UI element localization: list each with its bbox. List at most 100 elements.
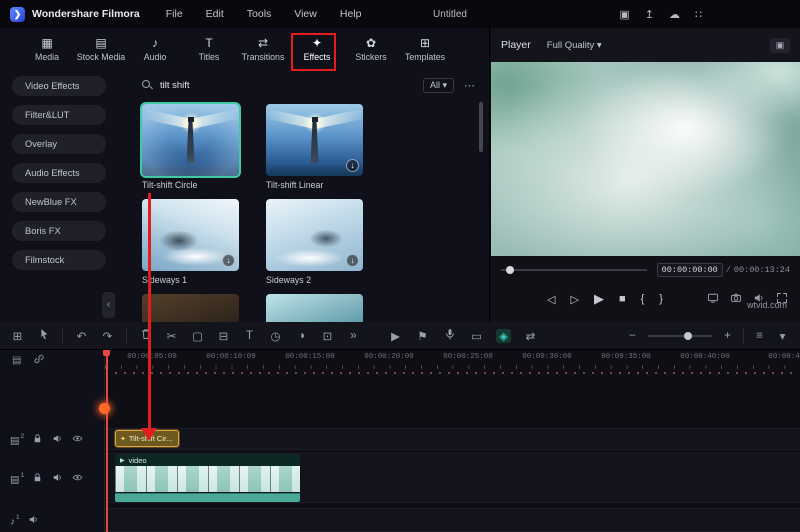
effect-card-sideways-1[interactable]: ↓ Sideways 1 bbox=[142, 199, 239, 285]
render-preview-icon[interactable]: ▶ bbox=[388, 329, 403, 343]
tab-stock-media[interactable]: ▤ Stock Media bbox=[74, 28, 128, 70]
sidebar-item-filmstock[interactable]: Filmstock bbox=[12, 250, 106, 270]
video-preview bbox=[491, 62, 800, 256]
cloud-icon[interactable]: ☁ bbox=[669, 8, 680, 21]
mark-out-icon[interactable]: } bbox=[659, 293, 663, 305]
text-tool-icon[interactable]: T bbox=[242, 330, 257, 342]
lock-icon[interactable] bbox=[32, 472, 43, 486]
zoom-slider[interactable] bbox=[648, 331, 712, 340]
keyframe-icon[interactable]: ◈ bbox=[496, 328, 511, 343]
more-tools-icon[interactable]: » bbox=[346, 330, 361, 342]
pointer-tool-icon[interactable] bbox=[36, 328, 51, 343]
link-icon[interactable] bbox=[33, 353, 45, 368]
tab-titles[interactable]: T Titles bbox=[182, 28, 236, 70]
download-icon[interactable]: ↓ bbox=[346, 159, 359, 172]
lock-icon[interactable] bbox=[32, 433, 43, 447]
eye-icon[interactable] bbox=[72, 433, 83, 447]
effect-thumbnail[interactable]: ↓ bbox=[266, 199, 363, 271]
video-clip-header[interactable]: ▶ video bbox=[115, 454, 300, 466]
search-bar[interactable]: tilt shift All ▾ ⋯ bbox=[124, 72, 489, 98]
tab-audio[interactable]: ♪ Audio bbox=[128, 28, 182, 70]
sidebar-item-overlay[interactable]: Overlay bbox=[12, 134, 106, 154]
tab-stickers[interactable]: ✿ Stickers bbox=[344, 28, 398, 70]
library-scrollbar[interactable] bbox=[479, 102, 483, 152]
split-scissors-icon[interactable]: ✂ bbox=[164, 329, 179, 343]
effect-card-tilt-shift-circle[interactable]: Tilt-shift Circle bbox=[140, 102, 241, 190]
sidebar-item-audio-effects[interactable]: Audio Effects bbox=[12, 163, 106, 183]
export-icon[interactable]: ↥ bbox=[645, 8, 654, 21]
redo-icon[interactable]: ↷ bbox=[100, 329, 115, 343]
sidebar-item-filter-lut[interactable]: Filter&LUT bbox=[12, 105, 106, 125]
effect-card-partial[interactable] bbox=[142, 294, 239, 322]
tab-transitions[interactable]: ⇄ Transitions bbox=[236, 28, 290, 70]
effect-thumbnail[interactable] bbox=[142, 294, 239, 322]
layout-icon[interactable]: ▣ bbox=[619, 8, 629, 21]
zoom-in-icon[interactable]: + bbox=[720, 330, 735, 342]
menu-file[interactable]: File bbox=[166, 8, 183, 20]
chroma-key-icon[interactable]: ⊡ bbox=[320, 329, 335, 343]
sidebar-item-newblue-fx[interactable]: NewBlue FX bbox=[12, 192, 106, 212]
tab-media[interactable]: ▦ Media bbox=[20, 28, 74, 70]
zoom-out-icon[interactable]: − bbox=[625, 330, 640, 342]
play-icon[interactable]: ▶ bbox=[594, 291, 604, 307]
undo-icon[interactable]: ↶ bbox=[74, 329, 89, 343]
video-clip-filmstrip[interactable] bbox=[115, 466, 300, 492]
effect-thumbnail[interactable] bbox=[266, 294, 363, 322]
download-icon[interactable]: ↓ bbox=[346, 254, 359, 267]
watermark: wtvid.com bbox=[747, 300, 788, 310]
filter-dropdown[interactable]: All ▾ bbox=[422, 77, 454, 93]
seek-bar[interactable] bbox=[501, 266, 647, 274]
trim-icon[interactable]: ⊟ bbox=[216, 329, 231, 343]
effect-thumbnail[interactable]: ↓ bbox=[266, 104, 363, 176]
current-timecode: 00:00:00:00 bbox=[656, 263, 723, 277]
menu-help[interactable]: Help bbox=[340, 8, 362, 20]
menu-tools[interactable]: Tools bbox=[247, 8, 272, 20]
mark-in-icon[interactable]: { bbox=[641, 293, 645, 305]
player-display-icon[interactable]: ▣ bbox=[770, 37, 790, 53]
tab-effects[interactable]: ✦ Effects bbox=[290, 28, 344, 70]
mute-speaker-icon[interactable] bbox=[52, 433, 63, 447]
step-play-icon[interactable]: ▷ bbox=[570, 293, 578, 306]
track-manager-icon[interactable]: ≡ bbox=[752, 330, 767, 342]
download-icon[interactable]: ↓ bbox=[222, 254, 235, 267]
tab-templates[interactable]: ⊞ Templates bbox=[398, 28, 452, 70]
snapshot-camera-icon[interactable] bbox=[730, 292, 742, 307]
timeline-ruler[interactable]: 00:00:05:00 00:00:10:00 00:00:15:00 00:0… bbox=[105, 350, 800, 370]
more-options-icon[interactable]: ⋯ bbox=[464, 79, 475, 92]
playhead[interactable] bbox=[106, 350, 108, 532]
seek-thumb[interactable] bbox=[506, 266, 514, 274]
menu-edit[interactable]: Edit bbox=[206, 8, 224, 20]
apps-grid-icon[interactable]: ∷ bbox=[695, 8, 702, 21]
search-input[interactable]: tilt shift bbox=[160, 80, 423, 91]
quality-dropdown[interactable]: Full Quality ▾ bbox=[547, 40, 602, 51]
effect-thumbnail[interactable]: ↓ bbox=[142, 199, 239, 271]
voiceover-mic-icon[interactable] bbox=[442, 328, 457, 343]
sidebar-item-boris-fx[interactable]: Boris FX bbox=[12, 221, 106, 241]
effect-thumbnail[interactable] bbox=[140, 102, 241, 178]
monitor-icon[interactable] bbox=[707, 292, 719, 307]
mute-speaker-icon[interactable] bbox=[52, 472, 63, 486]
transition-tool-icon[interactable]: ⇄ bbox=[523, 329, 538, 343]
marker-icon[interactable]: ⚑ bbox=[415, 329, 430, 343]
sidebar-item-video-effects[interactable]: Video Effects bbox=[12, 76, 106, 96]
zoom-slider-thumb[interactable] bbox=[684, 331, 692, 340]
effect-clip[interactable]: ✦ Tilt-shift Cir... bbox=[115, 430, 179, 447]
effect-card-tilt-shift-linear[interactable]: ↓ Tilt-shift Linear bbox=[266, 104, 363, 190]
effect-card-sideways-2[interactable]: ↓ Sideways 2 bbox=[266, 199, 363, 285]
effect-card-partial[interactable] bbox=[266, 294, 363, 322]
menu-view[interactable]: View bbox=[294, 8, 317, 20]
video-clip-audio-bar[interactable] bbox=[115, 493, 300, 502]
screen-record-icon[interactable]: ▭ bbox=[469, 329, 484, 343]
previous-frame-icon[interactable]: ◁ bbox=[547, 293, 555, 306]
delete-icon[interactable] bbox=[138, 328, 153, 343]
crop-icon[interactable]: ▢ bbox=[190, 329, 205, 343]
speed-icon[interactable]: ◷ bbox=[268, 329, 283, 343]
stop-icon[interactable]: ■ bbox=[619, 293, 626, 305]
manage-tracks-icon[interactable]: ▤ bbox=[12, 355, 21, 366]
color-correction-icon[interactable]: ◑ bbox=[294, 330, 309, 342]
workspace-icon[interactable]: ⊞ bbox=[10, 329, 25, 343]
sidebar-collapse-button[interactable]: ‹ bbox=[102, 292, 115, 318]
chevron-down-icon[interactable]: ▾ bbox=[775, 329, 790, 343]
mute-speaker-icon[interactable] bbox=[28, 514, 39, 528]
eye-icon[interactable] bbox=[72, 472, 83, 486]
